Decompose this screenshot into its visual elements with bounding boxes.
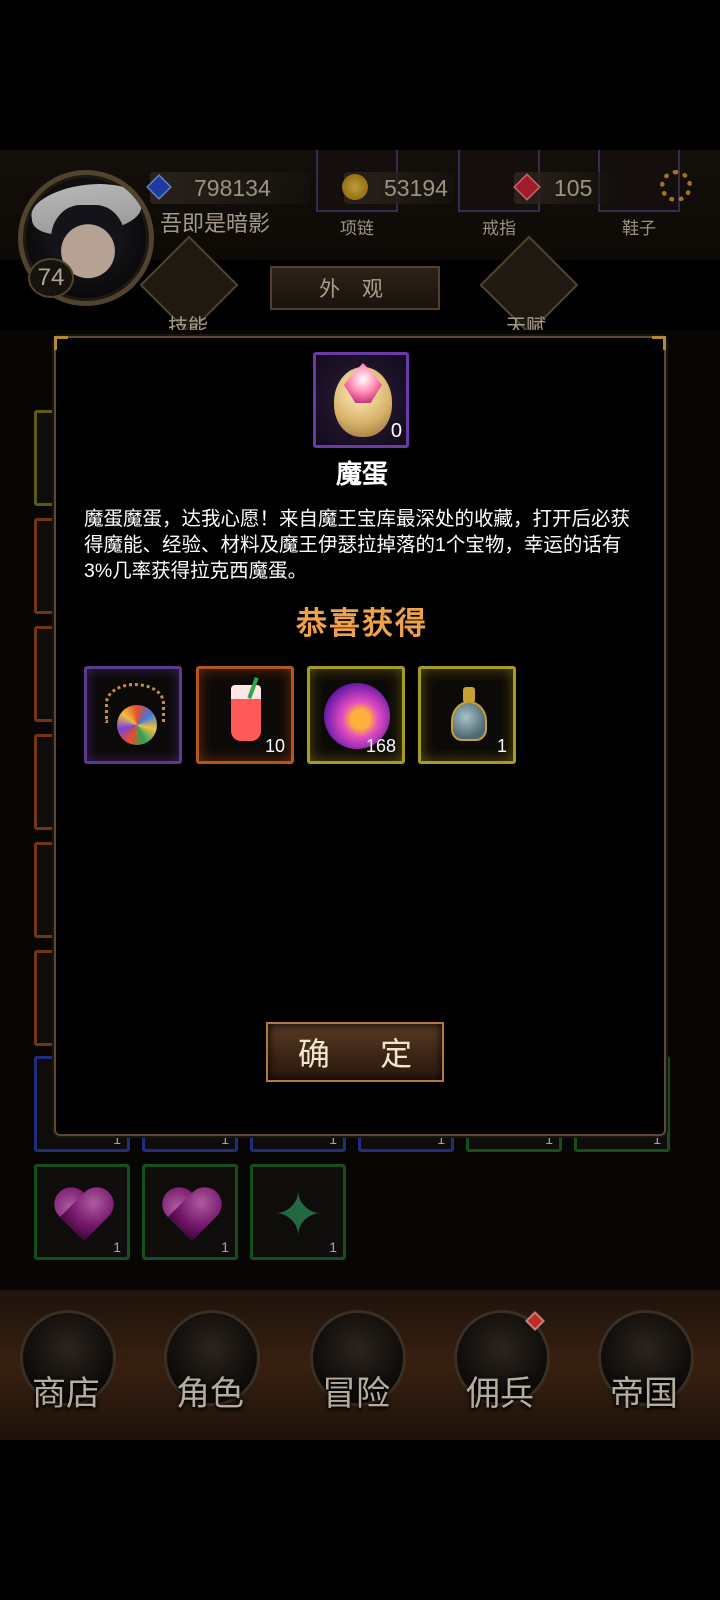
potion-vase-icon: [451, 687, 487, 745]
reward-item[interactable]: 168: [307, 666, 405, 764]
item-reward-dialog: 0 魔蛋 魔蛋魔蛋，达我心愿！来自魔王宝库最深处的收藏，打开后必获得魔能、经验、…: [54, 336, 666, 1136]
reward-count: 1: [496, 736, 507, 756]
opened-item-count: 0: [390, 420, 402, 442]
dialog-corner: [54, 336, 68, 350]
congrats-title: 恭喜获得: [296, 606, 428, 641]
drink-icon: [231, 685, 261, 741]
reward-count: 168: [365, 736, 396, 756]
reward-item[interactable]: 1: [418, 666, 516, 764]
item-description: 魔蛋魔蛋，达我心愿！来自魔王宝库最深处的收藏，打开后必获得魔能、经验、材料及魔王…: [84, 508, 631, 582]
confirm-button[interactable]: 确 定: [266, 1022, 444, 1082]
dialog-corner: [652, 336, 666, 350]
item-name: 魔蛋: [335, 459, 388, 489]
necklace-icon: [105, 683, 165, 749]
opened-item-frame: 0: [313, 352, 409, 448]
reward-item[interactable]: 10: [196, 666, 294, 764]
reward-count: 10: [264, 736, 285, 756]
reward-item[interactable]: [84, 666, 182, 764]
